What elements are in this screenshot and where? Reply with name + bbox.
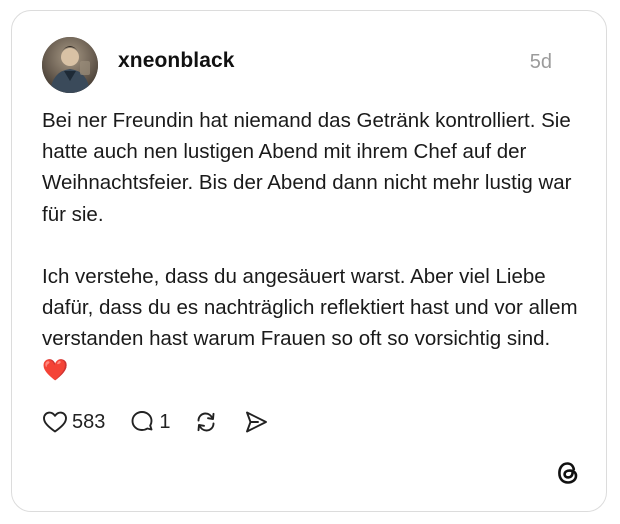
timestamp: 5d <box>529 51 552 73</box>
avatar[interactable] <box>42 37 98 93</box>
repost-button[interactable] <box>193 409 219 435</box>
post-paragraph: Bei ner Freundin hat niemand das Getränk… <box>42 109 572 226</box>
post-paragraph-text: Ich verstehe, dass du angesäuert warst. … <box>42 265 578 351</box>
like-button[interactable]: 583 <box>42 410 105 434</box>
heart-outline-icon <box>43 411 67 433</box>
post-card: xneonblack 5d Bei ner Freundin hat niema… <box>11 10 607 512</box>
repost-arrows-icon <box>197 412 214 432</box>
share-button[interactable] <box>243 409 269 435</box>
threads-logo-icon[interactable] <box>554 459 582 487</box>
avatar-image <box>42 37 98 93</box>
post-paragraph: Ich verstehe, dass du angesäuert warst. … <box>42 261 582 386</box>
username[interactable]: xneonblack <box>118 49 235 73</box>
red-heart-emoji: ❤️ <box>42 358 69 382</box>
paper-plane-icon <box>245 411 267 433</box>
action-bar: 583 1 <box>42 407 269 437</box>
reply-button[interactable]: 1 <box>129 409 171 435</box>
reply-count: 1 <box>159 410 171 433</box>
speech-bubble-icon <box>131 411 153 431</box>
post-body: Bei ner Freundin hat niemand das Getränk… <box>42 105 582 386</box>
like-count: 583 <box>72 410 106 433</box>
